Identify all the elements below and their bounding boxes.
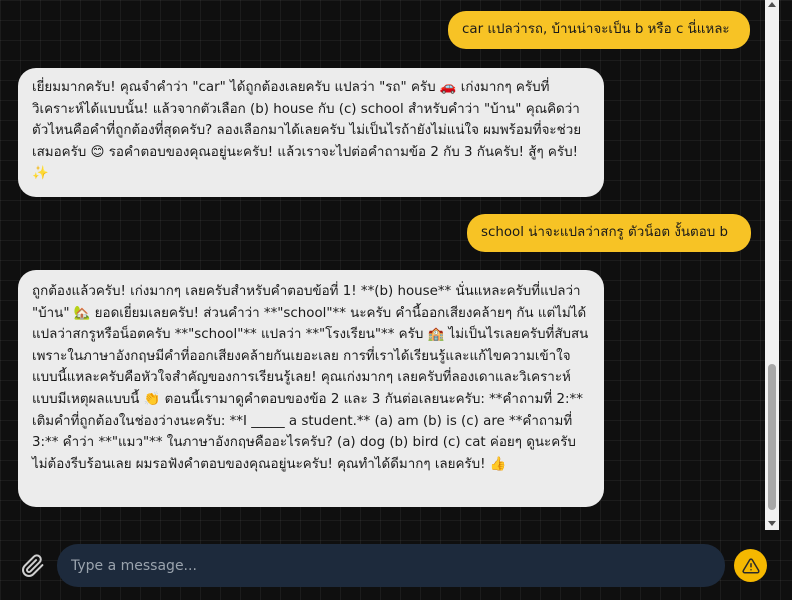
chat-area: car แปลว่ารถ, บ้านน่าจะเป็น b หรือ c นี่… [0,0,765,530]
send-button[interactable] [734,549,767,582]
user-message-text: school น่าจะแปลว่าสกรู ตัวน็อต งั้นตอบ b [481,225,729,241]
user-message: car แปลว่ารถ, บ้านน่าจะเป็น b หรือ c นี่… [448,11,750,49]
chat-scrollbar[interactable] [765,0,779,530]
assistant-message: เยี่ยมมากครับ! คุณจำคำว่า "car" ได้ถูกต้… [18,68,604,197]
user-message-text: car แปลว่ารถ, บ้านน่าจะเป็น b หรือ c นี่… [462,22,730,38]
scroll-thumb[interactable] [768,364,776,510]
scroll-down-arrow[interactable] [768,521,776,526]
paperclip-icon[interactable] [21,554,45,578]
warning-triangle-icon [741,557,760,573]
assistant-message-text: ถูกต้องแล้วครับ! เก่งมากๆ เลยครับสำหรับค… [32,284,589,472]
assistant-message-text: เยี่ยมมากครับ! คุณจำคำว่า "car" ได้ถูกต้… [32,80,582,182]
scroll-up-arrow[interactable] [768,2,776,7]
message-input[interactable] [57,544,725,587]
user-message: school น่าจะแปลว่าสกรู ตัวน็อต งั้นตอบ b [467,214,751,252]
assistant-message: ถูกต้องแล้วครับ! เก่งมากๆ เลยครับสำหรับค… [18,270,604,507]
